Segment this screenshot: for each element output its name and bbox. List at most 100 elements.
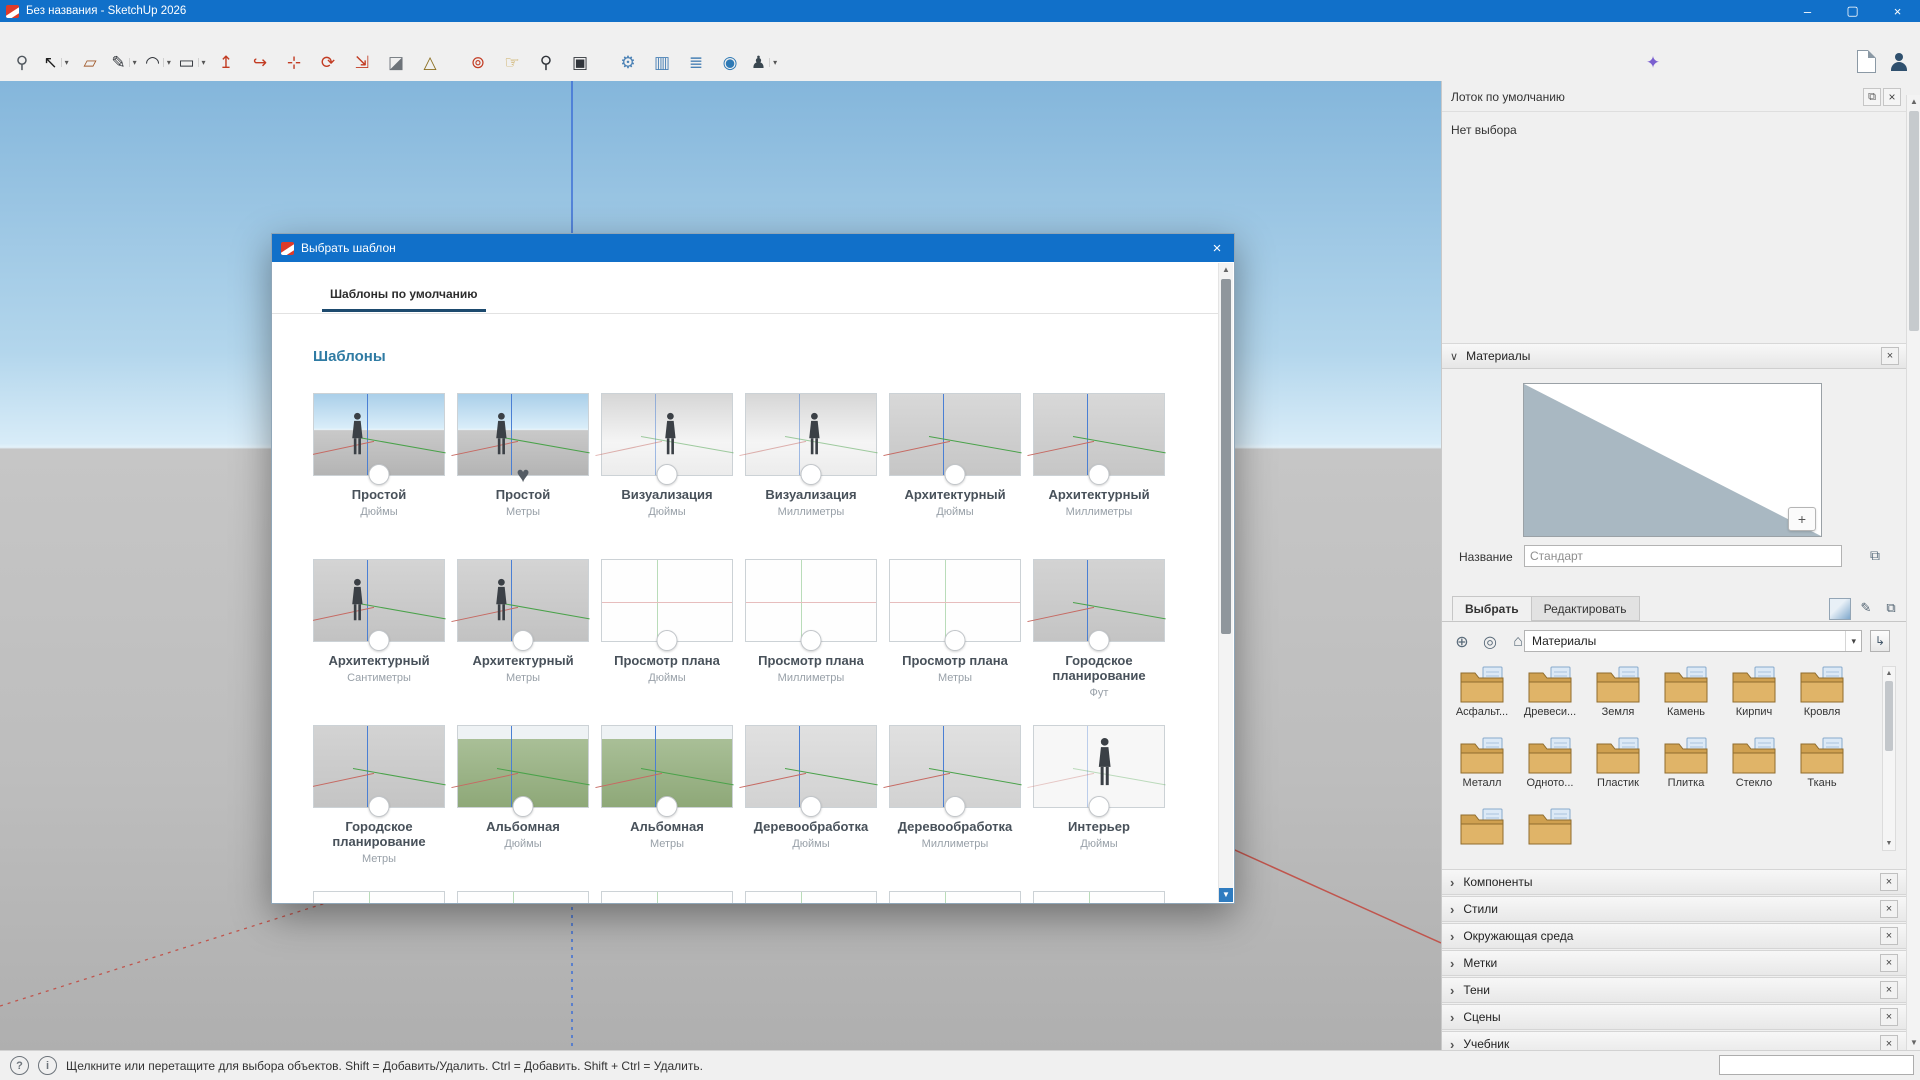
template-select-radio[interactable] bbox=[513, 796, 534, 817]
material-folder[interactable]: Пластик bbox=[1584, 737, 1652, 808]
zoom-tool[interactable]: ⚲ ▾ bbox=[530, 49, 562, 77]
dimension-tool[interactable]: △ ▾ bbox=[414, 49, 446, 77]
chevron-down-icon[interactable]: ▾ bbox=[163, 58, 171, 67]
template-select-radio[interactable] bbox=[945, 464, 966, 485]
maximize-button[interactable]: ▢ bbox=[1830, 0, 1875, 22]
template-select-radio[interactable] bbox=[801, 464, 822, 485]
search-tool[interactable]: ⚲ ▾ bbox=[6, 49, 38, 77]
tray-section-header[interactable]: › Окружающая среда × bbox=[1442, 923, 1907, 949]
orbit-tool[interactable]: ⊚ ▾ bbox=[462, 49, 494, 77]
material-folder[interactable]: Асфальт... bbox=[1448, 666, 1516, 737]
template-card[interactable]: ♥ bbox=[601, 891, 733, 903]
template-card[interactable]: ♥ Простой Метры bbox=[457, 393, 589, 543]
template-select-radio[interactable] bbox=[657, 796, 678, 817]
scrollbar-thumb[interactable] bbox=[1885, 681, 1893, 751]
material-folder[interactable]: Плитка bbox=[1652, 737, 1720, 808]
dialog-titlebar[interactable]: Выбрать шаблон × bbox=[272, 234, 1234, 262]
material-folder[interactable]: Древеси... bbox=[1516, 666, 1584, 737]
template-select-radio[interactable] bbox=[1089, 796, 1110, 817]
chevron-down-icon[interactable]: ▾ bbox=[198, 58, 206, 67]
template-card[interactable]: ♥ Архитектурный Дюймы bbox=[889, 393, 1021, 543]
followme-tool[interactable]: ↪ ▾ bbox=[244, 49, 276, 77]
template-card[interactable]: ♥ Визуализация Дюймы bbox=[601, 393, 733, 543]
menu-item[interactable] bbox=[6, 22, 24, 44]
close-button[interactable]: × bbox=[1875, 0, 1920, 22]
template-select-radio[interactable] bbox=[513, 630, 534, 651]
material-folder[interactable]: Ткань bbox=[1788, 737, 1856, 808]
template-thumbnail[interactable]: ♥ bbox=[889, 725, 1021, 808]
material-folder[interactable]: Земля bbox=[1584, 666, 1652, 737]
material-folder[interactable] bbox=[1516, 808, 1584, 851]
template-card[interactable]: ♥ Просмотр плана Миллиметры bbox=[745, 559, 877, 709]
details-pane-icon[interactable]: ↳ bbox=[1870, 630, 1890, 652]
tray-section-header[interactable]: › Учебник × bbox=[1442, 1031, 1907, 1050]
template-card[interactable]: ♥ Архитектурный Сантиметры bbox=[313, 559, 445, 709]
template-card[interactable]: ♥ Деревообработка Миллиметры bbox=[889, 725, 1021, 875]
pushpull-tool[interactable]: ↥ ▾ bbox=[210, 49, 242, 77]
tab-edit[interactable]: Редактировать bbox=[1531, 596, 1640, 621]
favorite-heart-icon[interactable]: ♥ bbox=[516, 464, 529, 486]
scrollbar-thumb[interactable] bbox=[1221, 279, 1231, 634]
tab-select[interactable]: Выбрать bbox=[1452, 596, 1532, 621]
eraser-tool[interactable]: ▱ ▾ bbox=[74, 49, 106, 77]
template-thumbnail[interactable]: ♥ bbox=[1033, 725, 1165, 808]
eyedropper-icon[interactable]: ✎ bbox=[1856, 598, 1876, 618]
scroll-up-icon[interactable]: ▲ bbox=[1883, 667, 1895, 680]
template-card[interactable]: ♥ Просмотр плана Метры bbox=[889, 559, 1021, 709]
template-card[interactable]: ♥ Простой Дюймы bbox=[313, 393, 445, 543]
template-card[interactable]: ♥ Городское планирование Метры bbox=[313, 725, 445, 875]
material-folder[interactable]: Кирпич bbox=[1720, 666, 1788, 737]
zoom-extents-tool[interactable]: ▣ ▾ bbox=[564, 49, 596, 77]
styles-tool[interactable]: ▥ ▾ bbox=[646, 49, 678, 77]
create-material-button[interactable]: + bbox=[1788, 507, 1816, 531]
template-card[interactable]: ♥ Архитектурный Миллиметры bbox=[1033, 393, 1165, 543]
template-thumbnail[interactable]: ♥ bbox=[313, 725, 445, 808]
template-card[interactable]: ♥ Архитектурный Метры bbox=[457, 559, 589, 709]
template-select-radio[interactable] bbox=[657, 464, 678, 485]
tab-default-templates[interactable]: Шаблоны по умолчанию bbox=[322, 287, 486, 312]
material-folder[interactable] bbox=[1448, 808, 1516, 851]
info-icon[interactable]: i bbox=[38, 1056, 57, 1075]
template-thumbnail[interactable]: ♥ bbox=[313, 559, 445, 642]
material-folder[interactable]: Одното... bbox=[1516, 737, 1584, 808]
template-select-radio[interactable] bbox=[369, 630, 390, 651]
account-icon[interactable] bbox=[1888, 51, 1910, 73]
template-thumbnail[interactable]: ♥ bbox=[745, 725, 877, 808]
menu-item[interactable] bbox=[114, 22, 132, 44]
template-select-radio[interactable] bbox=[945, 630, 966, 651]
move-tool[interactable]: ⊹ ▾ bbox=[278, 49, 310, 77]
components-tool[interactable]: ♟ ▾ bbox=[748, 49, 780, 77]
add-material-icon[interactable]: ⊕ bbox=[1451, 631, 1473, 653]
select-tool[interactable]: ↖ ▾ bbox=[40, 49, 72, 77]
measurements-input[interactable] bbox=[1719, 1055, 1914, 1075]
template-select-radio[interactable] bbox=[369, 796, 390, 817]
template-thumbnail[interactable]: ♥ bbox=[457, 393, 589, 476]
chevron-down-icon[interactable]: ▾ bbox=[61, 58, 69, 67]
menu-item[interactable] bbox=[132, 22, 150, 44]
shape-tool[interactable]: ▭ ▾ bbox=[176, 49, 208, 77]
material-name-input[interactable] bbox=[1524, 545, 1842, 567]
close-icon[interactable]: × bbox=[1880, 954, 1898, 972]
scroll-down-icon[interactable]: ▼ bbox=[1219, 888, 1233, 902]
template-card[interactable]: ♥ Просмотр плана Дюймы bbox=[601, 559, 733, 709]
template-card[interactable]: ♥ Альбомная Метры bbox=[601, 725, 733, 875]
material-folder[interactable]: Камень bbox=[1652, 666, 1720, 737]
scroll-down-icon[interactable]: ▼ bbox=[1907, 1036, 1920, 1050]
menu-item[interactable] bbox=[60, 22, 78, 44]
scroll-up-icon[interactable]: ▲ bbox=[1219, 263, 1233, 277]
template-card[interactable]: ♥ bbox=[889, 891, 1021, 903]
menu-item[interactable] bbox=[150, 22, 168, 44]
paint-tool[interactable]: ◉ ▾ bbox=[714, 49, 746, 77]
chevron-down-icon[interactable]: ▾ bbox=[129, 58, 137, 67]
template-thumbnail[interactable]: ♥ bbox=[1033, 559, 1165, 642]
tray-section-header[interactable]: › Стили × bbox=[1442, 896, 1907, 922]
material-folder[interactable]: Стекло bbox=[1720, 737, 1788, 808]
template-thumbnail[interactable]: ♥ bbox=[1033, 393, 1165, 476]
in-model-icon[interactable]: ◎ bbox=[1479, 631, 1501, 653]
template-card[interactable]: ♥ Городское планирование Фут bbox=[1033, 559, 1165, 709]
template-card[interactable]: ♥ Альбомная Дюймы bbox=[457, 725, 589, 875]
close-icon[interactable]: × bbox=[1880, 900, 1898, 918]
tray-section-header[interactable]: › Метки × bbox=[1442, 950, 1907, 976]
close-icon[interactable]: × bbox=[1883, 88, 1901, 106]
secondary-pane-icon[interactable]: ⧉ bbox=[1870, 547, 1880, 564]
